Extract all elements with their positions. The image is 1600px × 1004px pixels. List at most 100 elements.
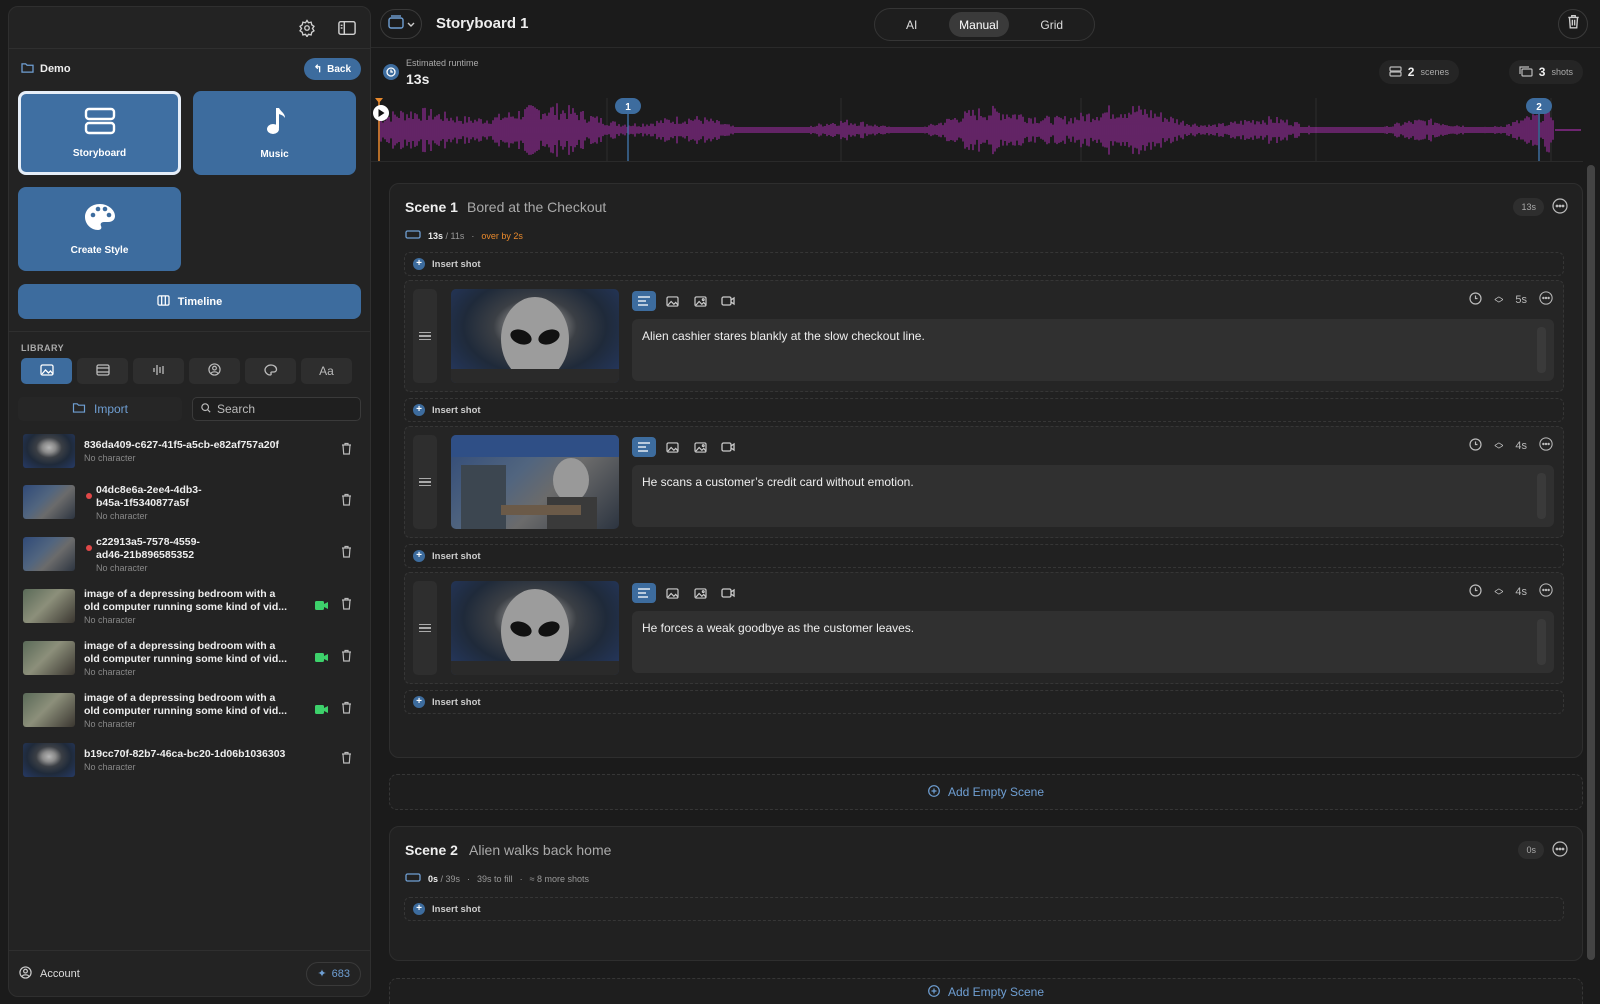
library-tab-text[interactable]: Aa	[301, 358, 352, 384]
account-button[interactable]: Account	[19, 965, 80, 982]
image-generate-icon[interactable]	[688, 291, 712, 311]
library-item[interactable]: b19cc70f-82b7-46ca-bc20-1d06b1036303 No …	[9, 740, 370, 780]
mode-grid[interactable]: Grid	[1030, 12, 1073, 37]
image-icon[interactable]	[660, 583, 684, 603]
playhead-marker-icon[interactable]	[375, 98, 383, 103]
add-empty-scene-button[interactable]: Add Empty Scene	[389, 978, 1583, 1004]
textarea-scrollbar[interactable]	[1537, 327, 1546, 373]
insert-shot-label: Insert shot	[432, 550, 481, 562]
library-item-thumbnail	[23, 743, 75, 777]
storyboard-tile[interactable]: Storyboard	[18, 91, 181, 175]
drag-handle-icon[interactable]	[413, 435, 437, 529]
shot-thumbnail[interactable]	[451, 435, 619, 529]
insert-shot-button[interactable]: + Insert shot	[404, 398, 1564, 422]
library-item-thumbnail	[23, 641, 75, 675]
delete-storyboard-button[interactable]	[1558, 9, 1588, 39]
more-options-icon[interactable]	[1539, 583, 1553, 600]
mode-manual[interactable]: Manual	[949, 12, 1009, 37]
scene-over-warning: over by 2s	[481, 230, 523, 241]
add-empty-scene-button[interactable]: Add Empty Scene	[389, 774, 1583, 810]
textarea-scrollbar[interactable]	[1537, 619, 1546, 665]
library-item[interactable]: image of a depressing bedroom with a old…	[9, 688, 370, 732]
more-options-icon[interactable]	[1552, 841, 1568, 862]
trash-icon[interactable]	[341, 597, 352, 615]
library-item[interactable]: image of a depressing bedroom with a old…	[9, 584, 370, 628]
duration-stepper[interactable]: ︿ ﹀	[1494, 583, 1503, 600]
trash-icon[interactable]	[341, 649, 352, 667]
timeline-button[interactable]: Timeline	[18, 284, 361, 319]
image-icon[interactable]	[660, 437, 684, 457]
library-item-name: c22913a5-7578-4559-	[96, 535, 200, 548]
library-tab-styles[interactable]	[245, 358, 296, 384]
scene-target-duration: / 39s	[440, 873, 461, 884]
shot-prompt-textarea[interactable]: He scans a customer’s credit card withou…	[632, 465, 1554, 527]
video-icon[interactable]	[716, 291, 740, 311]
insert-shot-button[interactable]: + Insert shot	[404, 690, 1564, 714]
library-item-character: No character	[84, 614, 136, 625]
music-tile[interactable]: Music	[193, 91, 356, 175]
storyboard-switcher[interactable]	[380, 9, 422, 39]
shot-prompt-text: Alien cashier stares blankly at the slow…	[642, 329, 925, 343]
library-item[interactable]: 04dc8e6a-2ee4-4db3- b45a-1f5340877a5f No…	[9, 480, 370, 524]
library-item-thumbnail	[23, 589, 75, 623]
library-tab-audio[interactable]	[133, 358, 184, 384]
trash-icon[interactable]	[341, 442, 352, 460]
trash-icon[interactable]	[341, 701, 352, 719]
trash-icon[interactable]	[341, 493, 352, 511]
textarea-scrollbar[interactable]	[1537, 473, 1546, 519]
image-generate-icon[interactable]	[688, 437, 712, 457]
video-icon[interactable]	[716, 437, 740, 457]
more-options-icon[interactable]	[1552, 198, 1568, 219]
scene-name[interactable]: Alien walks back home	[469, 842, 611, 858]
text-align-icon[interactable]	[632, 291, 656, 311]
text-align-icon[interactable]	[632, 583, 656, 603]
sidebar-toggle-icon[interactable]	[336, 17, 358, 39]
chevron-down-icon[interactable]: ﹀	[1494, 445, 1503, 454]
trash-icon	[1567, 14, 1580, 34]
scrollbar-thumb[interactable]	[1587, 165, 1595, 960]
clock-icon	[383, 64, 399, 80]
image-icon[interactable]	[660, 291, 684, 311]
library-tab-characters[interactable]	[189, 358, 240, 384]
insert-shot-button[interactable]: + Insert shot	[404, 544, 1564, 568]
project-name[interactable]: Demo	[21, 62, 71, 76]
mode-ai[interactable]: AI	[896, 12, 927, 37]
chevron-down-icon[interactable]: ﹀	[1494, 591, 1503, 600]
more-options-icon[interactable]	[1539, 291, 1553, 308]
more-options-icon[interactable]	[1539, 437, 1553, 454]
back-button[interactable]: ↰ Back	[303, 58, 361, 80]
shot-thumbnail[interactable]	[451, 581, 619, 675]
duration-stepper[interactable]: ︿ ﹀	[1494, 291, 1503, 308]
storyboard-title[interactable]: Storyboard 1	[436, 15, 529, 32]
text-align-icon[interactable]	[632, 437, 656, 457]
insert-shot-button[interactable]: + Insert shot	[404, 252, 1564, 276]
main-scrollbar[interactable]	[1587, 165, 1595, 960]
create-style-tile[interactable]: Create Style	[18, 187, 181, 271]
shot-thumbnail[interactable]	[451, 289, 619, 383]
scene-name[interactable]: Bored at the Checkout	[467, 199, 606, 215]
library-item[interactable]: image of a depressing bedroom with a old…	[9, 636, 370, 680]
import-button[interactable]: Import	[18, 397, 182, 421]
scenes-icon	[1389, 65, 1402, 79]
library-item[interactable]: 836da409-c627-41f5-a5cb-e82af757a20f No …	[9, 431, 370, 471]
library-tab-images[interactable]	[21, 358, 72, 384]
library-item-character: No character	[84, 718, 136, 729]
drag-handle-icon[interactable]	[413, 289, 437, 383]
search-input[interactable]: Search	[192, 397, 361, 421]
library-tab-video[interactable]	[77, 358, 128, 384]
credits-badge[interactable]: ✦ 683	[306, 961, 361, 986]
chevron-down-icon[interactable]: ﹀	[1494, 299, 1503, 308]
shot-prompt-textarea[interactable]: Alien cashier stares blankly at the slow…	[632, 319, 1554, 381]
insert-shot-button[interactable]: + Insert shot	[404, 897, 1564, 921]
trash-icon[interactable]	[341, 751, 352, 769]
image-generate-icon[interactable]	[688, 583, 712, 603]
settings-gear-icon[interactable]	[296, 17, 318, 39]
video-icon[interactable]	[716, 583, 740, 603]
shot-prompt-textarea[interactable]: He forces a weak goodbye as the customer…	[632, 611, 1554, 673]
library-item-thumbnail	[23, 485, 75, 519]
duration-stepper[interactable]: ︿ ﹀	[1494, 437, 1503, 454]
library-item[interactable]: c22913a5-7578-4559- ad46-21b896585352 No…	[9, 532, 370, 576]
audio-waveform[interactable]: 12	[371, 98, 1583, 162]
trash-icon[interactable]	[341, 545, 352, 563]
drag-handle-icon[interactable]	[413, 581, 437, 675]
